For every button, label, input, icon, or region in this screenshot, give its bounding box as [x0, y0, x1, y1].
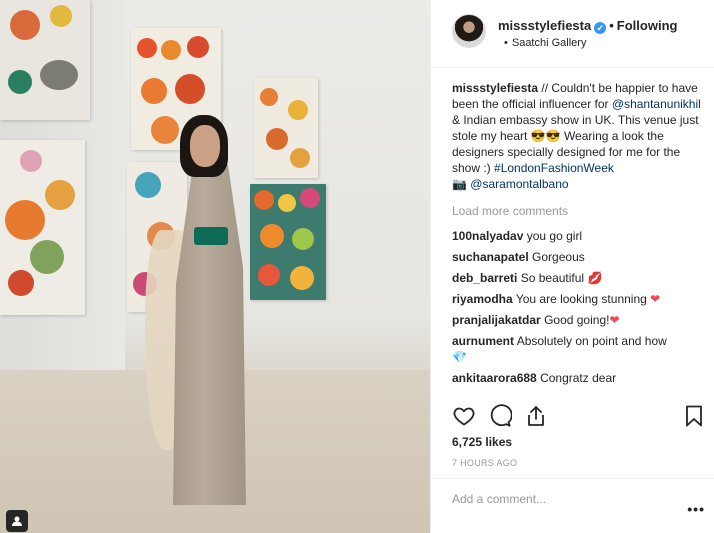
green-clutch [194, 227, 228, 245]
sunglasses-emoji-icon: 😎😎 [530, 129, 561, 143]
load-more-comments-button[interactable]: Load more comments [452, 204, 702, 218]
mention-saramontalbano[interactable]: @saramontalbano [470, 177, 568, 191]
comment-text: So beautiful [520, 271, 585, 285]
avatar[interactable] [452, 14, 486, 48]
comment-text: Congratz dear [540, 371, 617, 385]
more-options-icon[interactable]: ••• [687, 501, 705, 517]
add-comment-bar: ••• [431, 478, 714, 533]
comments-section[interactable]: missstylefiesta // Couldn't be happier t… [452, 80, 702, 398]
comment-text: Gorgeous [532, 250, 585, 264]
comment-text: Good going! [544, 313, 610, 327]
caption: missstylefiesta // Couldn't be happier t… [452, 80, 702, 192]
post-timestamp[interactable]: 7 HOURS AGO [452, 458, 517, 468]
post-actions [452, 404, 707, 428]
comment-text: you go girl [526, 229, 583, 243]
add-comment-input[interactable] [452, 492, 672, 506]
comment-text: Absolutely on point and how [516, 334, 667, 348]
header-username[interactable]: missstylefiesta [498, 18, 591, 33]
comment-text: You are looking stunning [515, 292, 647, 306]
comment-username[interactable]: suchanapatel [452, 250, 529, 264]
comment-username[interactable]: ankitaarora688 [452, 371, 537, 385]
post-detail-panel: missstylefiesta ✓ • Following • Saatchi Gall… [430, 0, 714, 533]
comment-username[interactable]: deb_barreti [452, 271, 517, 285]
location-dot-icon: • [504, 37, 508, 49]
tagged-user-icon[interactable] [6, 510, 28, 532]
bookmark-icon[interactable] [682, 404, 706, 428]
comment-username[interactable]: pranjalijakatdar [452, 313, 541, 327]
comment-item: pranjalijakatdar Good going!❤ [452, 312, 702, 328]
heart-emoji-icon: ❤ [609, 313, 620, 327]
comment-item: ankitaarora688 Congratz dear [452, 370, 702, 386]
speech-bubble-icon[interactable] [488, 404, 513, 428]
separator-dot: • [609, 18, 614, 33]
location-label[interactable]: Saatchi Gallery [512, 37, 587, 49]
heart-outline-icon[interactable] [452, 404, 476, 428]
painting-top-left [0, 0, 90, 120]
comment-item: aurnument Absolutely on point and how 💎 [452, 333, 702, 365]
hashtag-londonfashionweek[interactable]: #LondonFashionWeek [494, 161, 614, 175]
post-header-row: missstylefiesta ✓ • Following [498, 18, 677, 34]
woman-figure [145, 110, 270, 510]
face [190, 125, 220, 167]
comment-item: suchanapatel Gorgeous [452, 249, 702, 265]
painting-left-lower [0, 140, 85, 315]
share-icon[interactable] [524, 404, 548, 428]
comment-username[interactable]: 100nalyadav [452, 229, 523, 243]
post-header: missstylefiesta ✓ • Following • Saatchi Gall… [431, 0, 714, 68]
verified-badge-icon: ✓ [594, 22, 607, 34]
location-link[interactable]: • Saatchi Gallery [504, 37, 586, 49]
heart-emoji-icon: ❤ [650, 292, 661, 306]
comment-username[interactable]: aurnument [452, 334, 514, 348]
mention-shantanunikhil[interactable]: @shantanunikhil [612, 97, 701, 111]
comment-item: riyamodha You are looking stunning ❤ [452, 291, 702, 307]
likes-count[interactable]: 6,725 likes [452, 435, 512, 449]
camera-emoji-icon: 📷 [452, 177, 467, 191]
comment-item: 100nalyadav you go girl [452, 228, 702, 244]
comment-item: deb_barreti So beautiful 💋 [452, 270, 702, 286]
comment-username[interactable]: riyamodha [452, 292, 513, 306]
post-photo[interactable] [0, 0, 430, 533]
lips-emoji-icon: 💋 [587, 271, 603, 285]
gem-emoji-icon: 💎 [452, 350, 467, 364]
caption-username[interactable]: missstylefiesta [452, 81, 538, 95]
following-button[interactable]: Following [617, 18, 678, 33]
